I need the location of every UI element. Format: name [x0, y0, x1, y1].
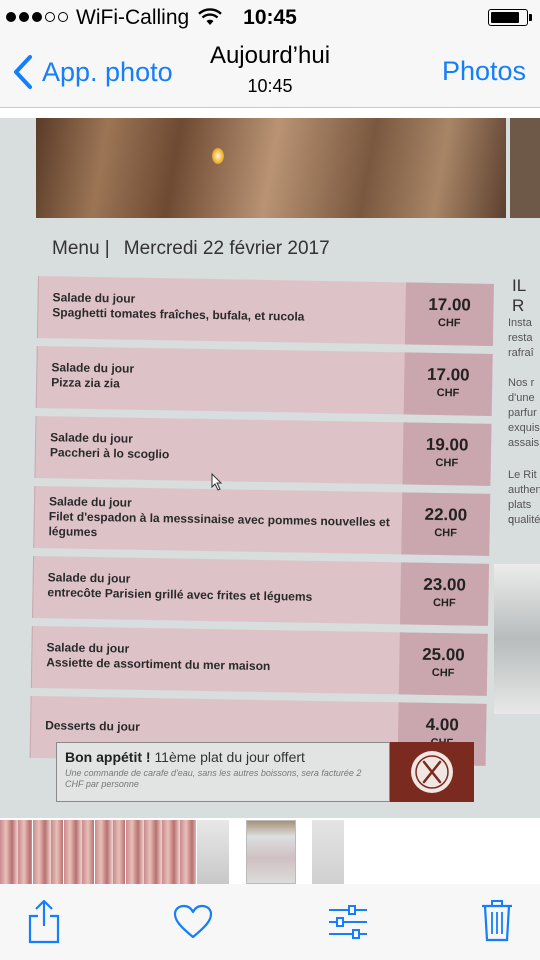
thumbnail-photo[interactable] — [126, 820, 196, 884]
side-text-line: Nos r — [508, 377, 535, 389]
cutlery-badge — [390, 742, 474, 802]
promo-box: Bon appétit ! 11ème plat du jour offert … — [56, 742, 390, 802]
menu-item: Salade du jour Spaghetti tomates fraîche… — [36, 276, 494, 346]
side-title: IL R — [512, 276, 526, 315]
side-text-line: resta — [508, 332, 533, 344]
thumbnail-photo[interactable] — [95, 820, 125, 884]
menu-heading: Menu | Mercredi 22 février 2017 — [52, 238, 330, 260]
share-icon[interactable] — [26, 898, 62, 944]
promo-text: 11ème plat du jour offert — [154, 749, 305, 765]
side-image — [494, 564, 540, 714]
status-bar: WiFi-Calling 10:45 — [0, 0, 540, 34]
status-time: 10:45 — [243, 6, 297, 29]
thumbnail-photo[interactable] — [312, 820, 344, 884]
side-text-line: Insta — [508, 317, 532, 329]
promo-bold: Bon appétit ! — [65, 749, 151, 765]
photos-button[interactable]: Photos — [442, 56, 526, 87]
navigation-bar: App. photo Aujourd’hui 10:45 Photos — [0, 34, 540, 108]
side-text-line: assais — [508, 437, 540, 449]
menu-item: Salade du jour Filet d'espadon à la mess… — [33, 485, 491, 556]
side-text-line: qualité — [508, 514, 540, 526]
menu-item-price: 25.00 CHF — [398, 632, 488, 696]
thumbnail-photo-selected[interactable] — [246, 820, 296, 884]
menu-item: Salade du jour Pizza zia zia 17.00 CHF — [35, 345, 493, 416]
side-text-line: authen — [508, 484, 540, 496]
menu-item-category: Desserts du jour — [45, 718, 140, 734]
side-text-line: parfur — [508, 407, 537, 419]
thumbnail-photo[interactable] — [64, 820, 94, 884]
thumbnail-photo[interactable] — [33, 820, 63, 884]
menu-item: Salade du jour Paccheri à lo scoglio 19.… — [34, 415, 492, 486]
thumbnail-strip[interactable] — [0, 820, 540, 884]
mouse-cursor-icon — [211, 473, 223, 491]
menu-date: Mercredi 22 février 2017 — [123, 238, 330, 259]
side-text-line: Le Rit — [508, 469, 537, 481]
menu-item-price: 17.00 CHF — [403, 352, 493, 416]
cutlery-icon — [411, 751, 453, 793]
menu-item-price: 22.00 CHF — [401, 492, 491, 556]
side-text-line: d'une — [508, 392, 535, 404]
thumbnail-photo[interactable] — [0, 820, 32, 884]
menu-item: Salade du jour entrecôte Parisien grillé… — [32, 555, 490, 626]
bottom-toolbar — [0, 884, 540, 960]
menu-item: Salade du jour Assiette de assortiment d… — [30, 625, 488, 696]
sliders-icon[interactable] — [327, 904, 369, 940]
thumbnail-photo[interactable] — [197, 820, 229, 884]
trash-icon[interactable] — [480, 898, 514, 942]
menu-item-price: 23.00 CHF — [399, 562, 490, 626]
menu-item-price: 17.00 CHF — [404, 282, 494, 346]
menu-item-price: 19.00 CHF — [402, 422, 492, 486]
side-text-line: exquis — [508, 422, 540, 434]
candle-light — [212, 148, 224, 164]
side-text-line: rafraî — [508, 347, 534, 359]
heart-icon[interactable] — [173, 904, 213, 940]
menu-label: Menu | — [52, 238, 110, 259]
battery-icon — [488, 9, 528, 26]
photo-view[interactable]: Menu | Mercredi 22 février 2017 Salade du… — [0, 118, 540, 818]
menu-item-dish: Filet d'espadon à la messsinaise avec po… — [48, 509, 390, 540]
promo-note: Une commande de carafe d'eau, sans les a… — [65, 768, 362, 789]
restaurant-header-image — [36, 118, 506, 218]
menu-list: Salade du jour Spaghetti tomates fraîche… — [29, 276, 494, 774]
